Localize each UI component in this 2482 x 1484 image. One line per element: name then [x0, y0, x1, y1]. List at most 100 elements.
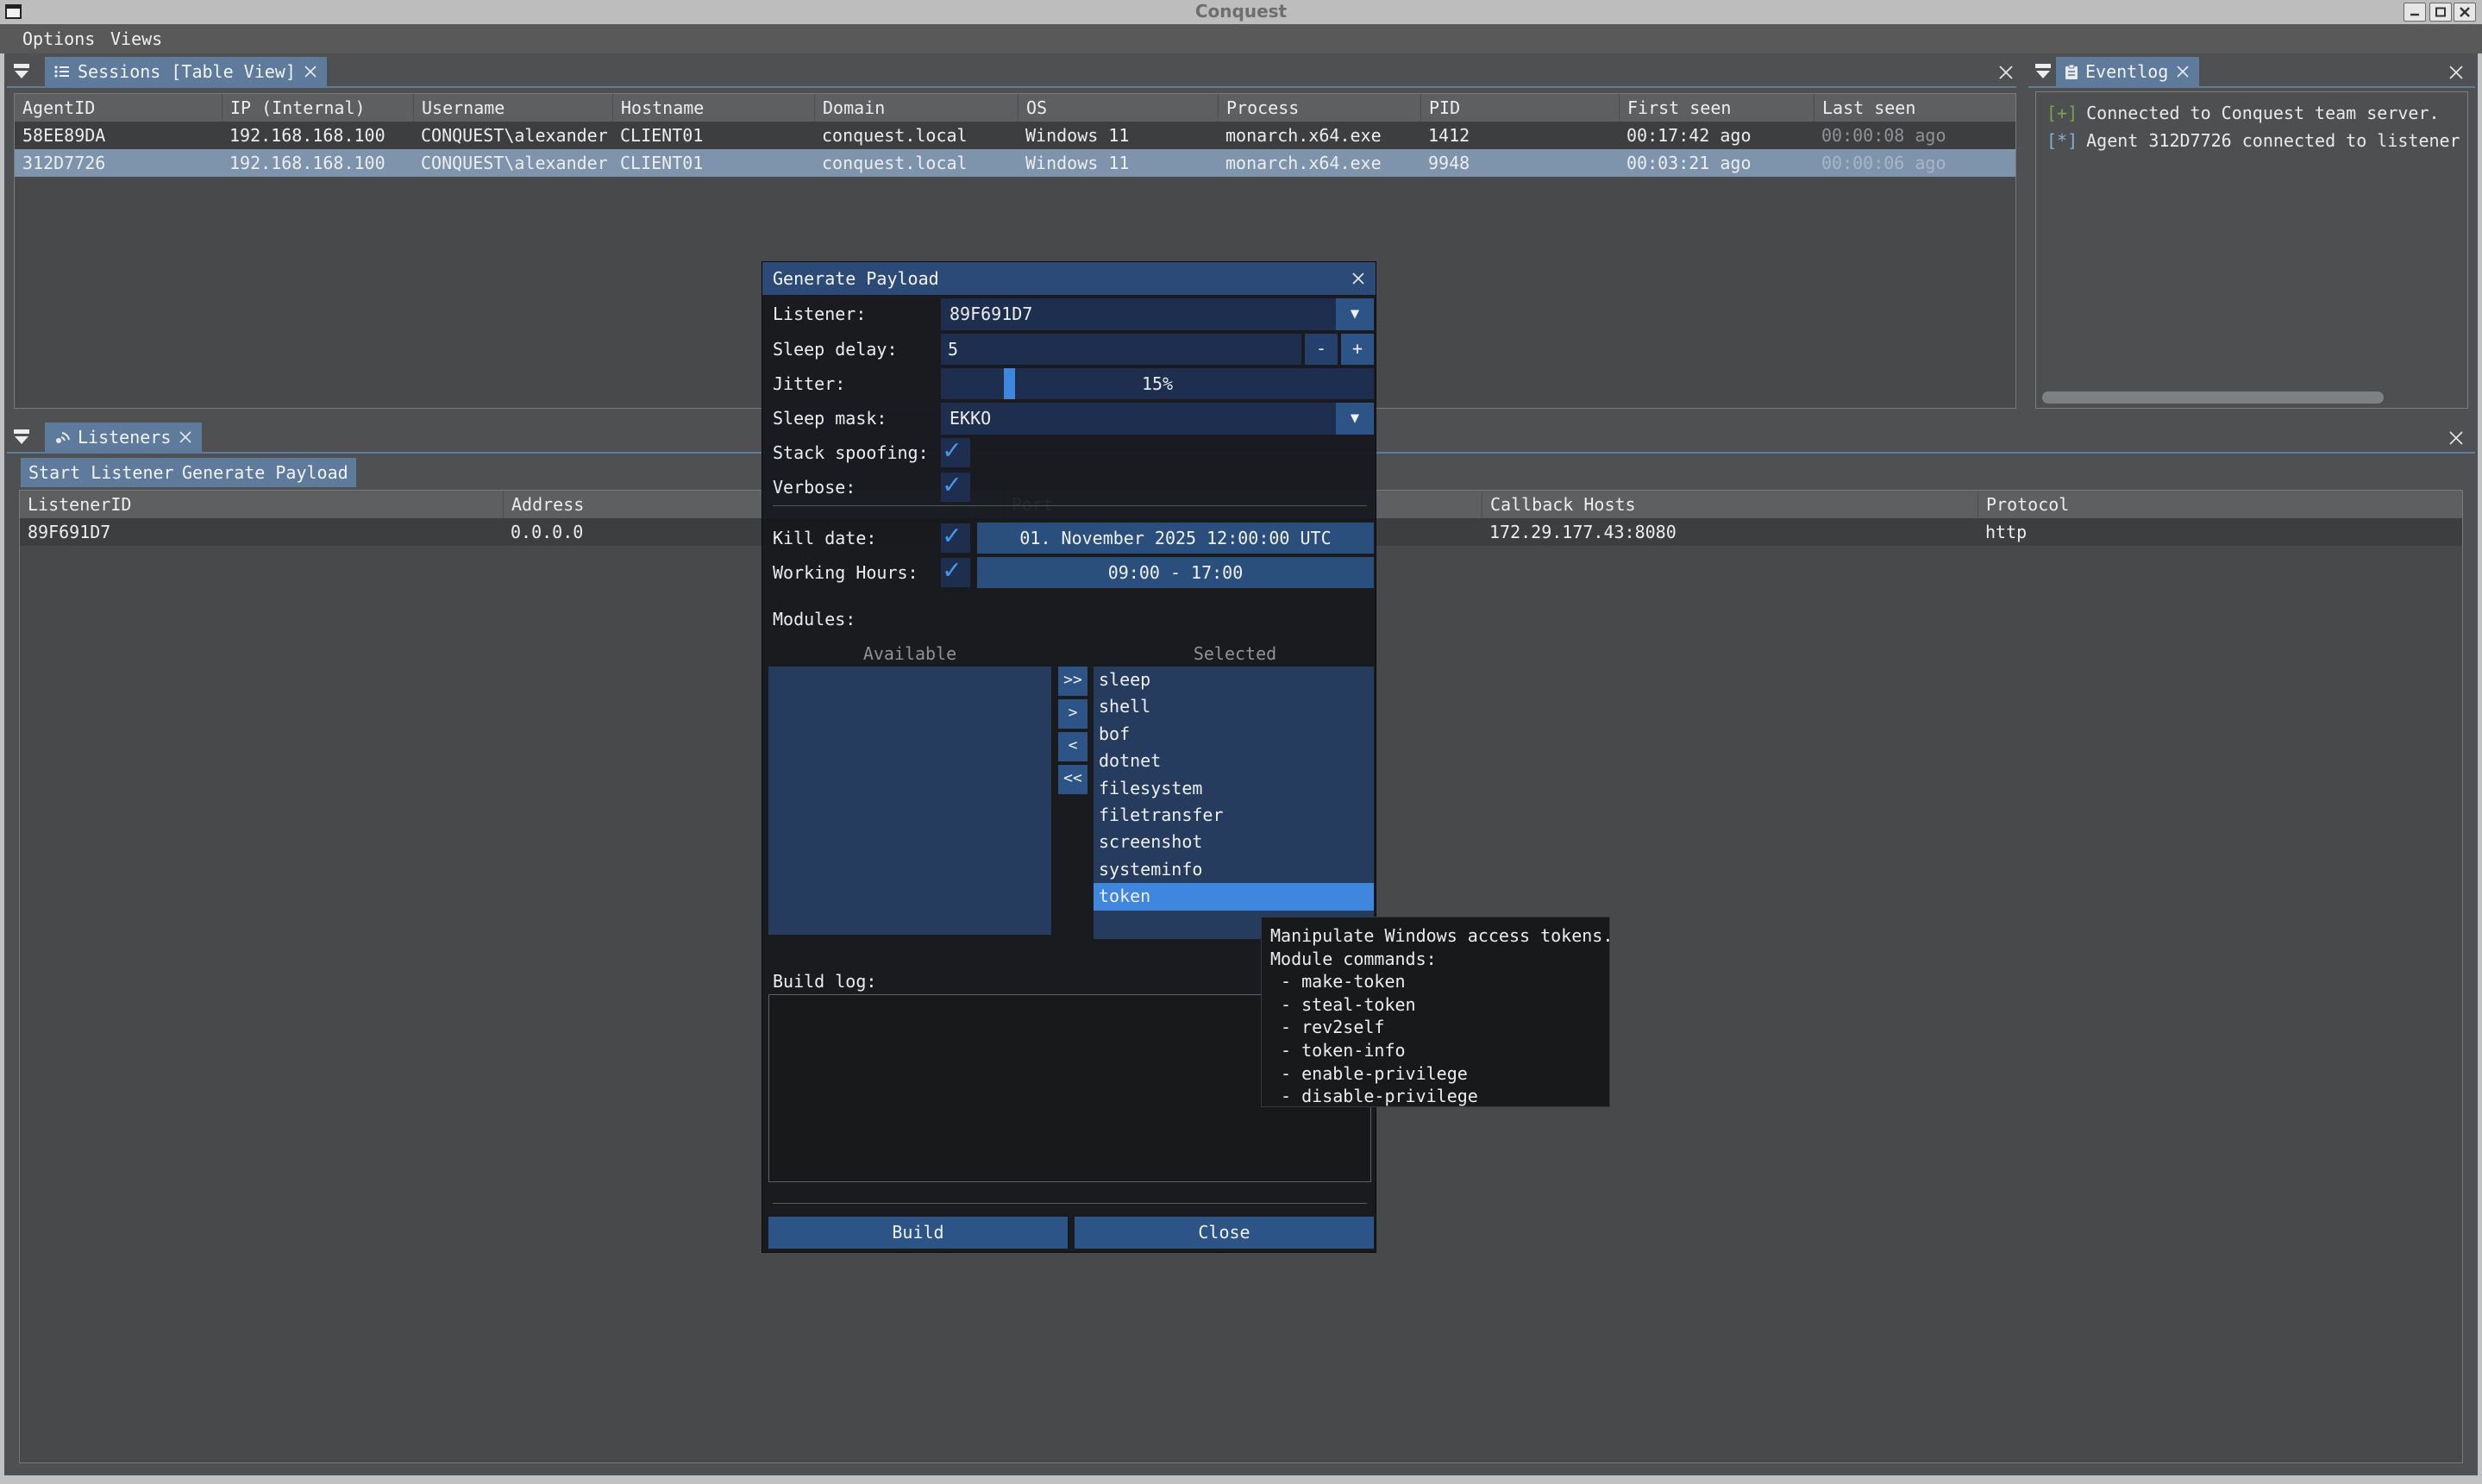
app-window: Conquest Options Views Sessions [Table V… — [0, 0, 2482, 1484]
jitter-label: Jitter: — [773, 368, 845, 399]
sleep-mask-combobox[interactable]: EKKO ▼ — [941, 403, 1374, 435]
selected-modules-list[interactable]: sleepshellbofdotnetfilesystemfiletransfe… — [1094, 667, 1374, 939]
move-all-left-button[interactable]: << — [1058, 765, 1087, 794]
maximize-button[interactable] — [2429, 3, 2452, 22]
tab-listeners-label: Listeners — [78, 427, 171, 448]
sleep-delay-decrement-button[interactable]: - — [1305, 334, 1338, 365]
module-tooltip: Manipulate Windows access tokens.Module … — [1261, 917, 1610, 1107]
available-header: Available — [768, 643, 1051, 664]
tooltip-line: Manipulate Windows access tokens. — [1270, 924, 1609, 948]
start-listener-button[interactable]: Start Listener — [21, 458, 182, 487]
clipboard-icon — [2065, 64, 2078, 80]
session-row[interactable]: 312D7726192.168.168.100 CONQUEST\alexand… — [15, 149, 2015, 177]
move-all-right-button[interactable]: >> — [1058, 667, 1087, 696]
kill-date-checkbox[interactable]: ✓ — [941, 523, 970, 553]
antenna-icon — [53, 429, 71, 446]
column-header[interactable]: Last seen — [1814, 94, 2015, 122]
session-row[interactable]: 58EE89DA192.168.168.100 CONQUEST\alexand… — [15, 122, 2015, 149]
module-item[interactable]: shell — [1094, 693, 1374, 720]
column-header[interactable]: Hostname — [612, 94, 814, 122]
sessions-detach-icon[interactable] — [12, 61, 31, 80]
minimize-button[interactable] — [2404, 3, 2426, 22]
dialog-separator — [773, 1203, 1367, 1204]
listener-combobox[interactable]: 89F691D7 ▼ — [941, 298, 1374, 330]
eventlog-tab-underline — [2028, 86, 2475, 88]
eventlog-horizontal-scrollbar[interactable] — [2042, 391, 2384, 404]
tab-sessions-close-icon[interactable] — [303, 64, 318, 79]
stack-spoofing-checkbox[interactable]: ✓ — [941, 438, 970, 467]
build-button[interactable]: Build — [768, 1217, 1068, 1249]
sleep-delay-input[interactable]: 5 — [941, 334, 1301, 365]
chevron-down-icon[interactable]: ▼ — [1336, 298, 1374, 330]
column-header[interactable]: IP (Internal) — [222, 94, 413, 122]
eventlog-detach-icon[interactable] — [2034, 61, 2053, 80]
tooltip-line: - rev2self — [1270, 1016, 1609, 1039]
tooltip-line: - enable-privilege — [1270, 1062, 1609, 1086]
tooltip-line: - make-token — [1270, 970, 1609, 993]
tab-sessions[interactable]: Sessions [Table View] — [45, 57, 327, 86]
working-hours-checkbox[interactable]: ✓ — [941, 558, 970, 587]
column-header[interactable]: OS — [1018, 94, 1218, 122]
check-icon: ✓ — [943, 433, 960, 466]
tab-listeners[interactable]: Listeners — [45, 423, 202, 452]
column-header[interactable]: Domain — [814, 94, 1018, 122]
chevron-down-icon[interactable]: ▼ — [1336, 403, 1374, 435]
check-icon: ✓ — [943, 518, 960, 551]
generate-payload-button[interactable]: Generate Payload — [174, 458, 356, 487]
jitter-slider-groove[interactable]: 15% — [941, 368, 1374, 399]
module-item[interactable]: sleep — [1094, 667, 1374, 693]
column-header[interactable]: Process — [1218, 94, 1420, 122]
window-titlebar: Conquest — [0, 0, 2482, 24]
check-icon: ✓ — [943, 553, 960, 585]
column-header[interactable]: First seen — [1619, 94, 1814, 122]
check-icon: ✓ — [943, 467, 960, 500]
close-button[interactable] — [2454, 3, 2476, 22]
available-modules-list[interactable] — [768, 667, 1051, 935]
working-hours-field[interactable]: 09:00 - 17:00 — [977, 557, 1374, 588]
module-item[interactable]: filetransfer — [1094, 802, 1374, 829]
tab-listeners-close-icon[interactable] — [178, 429, 193, 445]
column-header[interactable]: Username — [413, 94, 612, 122]
module-item[interactable]: dotnet — [1094, 748, 1374, 774]
move-right-button[interactable]: > — [1058, 699, 1087, 729]
module-item[interactable]: token — [1094, 883, 1374, 910]
module-item[interactable]: bof — [1094, 721, 1374, 748]
eventlog-panel-close-icon[interactable] — [2448, 64, 2465, 81]
module-item[interactable]: systeminfo — [1094, 856, 1374, 883]
jitter-slider[interactable]: 15% — [941, 368, 1374, 399]
module-item[interactable]: filesystem — [1094, 775, 1374, 802]
close-dialog-button[interactable]: Close — [1075, 1217, 1374, 1249]
column-header[interactable]: PID — [1420, 94, 1619, 122]
tooltip-line: - steal-token — [1270, 993, 1609, 1017]
listeners-detach-icon[interactable] — [12, 427, 31, 446]
column-header[interactable]: AgentID — [15, 94, 222, 122]
dialog-close-icon[interactable] — [1350, 270, 1367, 287]
eventlog-output[interactable]: [+]Connected to Conquest team server. [*… — [2035, 91, 2468, 409]
column-header[interactable]: Callback Hosts — [1482, 491, 1977, 518]
sleep-delay-spinbox: 5 - + — [941, 334, 1374, 365]
column-header[interactable]: ListenerID — [20, 491, 503, 518]
sessions-tab-underline — [7, 86, 2016, 88]
sleep-mask-label: Sleep mask: — [773, 403, 887, 435]
dialog-separator — [773, 505, 1367, 506]
tooltip-line: Module commands: — [1270, 948, 1609, 971]
kill-date-field[interactable]: 01. November 2025 12:00:00 UTC — [977, 523, 1374, 554]
dialog-titlebar[interactable]: Generate Payload — [762, 262, 1376, 295]
menu-views[interactable]: Views — [105, 24, 167, 53]
column-header[interactable]: Protocol — [1977, 491, 2462, 518]
sessions-panel-close-icon[interactable] — [1997, 64, 2015, 81]
tab-eventlog-close-icon[interactable] — [2175, 64, 2191, 79]
menu-options[interactable]: Options — [17, 24, 100, 53]
listeners-panel-close-icon[interactable] — [2448, 429, 2465, 447]
sleep-delay-increment-button[interactable]: + — [1341, 334, 1374, 365]
window-title: Conquest — [0, 0, 2482, 24]
tab-sessions-label: Sessions [Table View] — [78, 61, 296, 82]
selected-header: Selected — [1094, 643, 1376, 664]
tab-eventlog[interactable]: Eventlog — [2056, 57, 2199, 86]
module-item[interactable]: screenshot — [1094, 829, 1374, 855]
listener-label: Listener: — [773, 298, 866, 330]
sessions-table-header: AgentIDIP (Internal)UsernameHostnameDoma… — [15, 94, 2015, 122]
tab-eventlog-label: Eventlog — [2085, 61, 2168, 82]
verbose-checkbox[interactable]: ✓ — [941, 473, 970, 502]
move-left-button[interactable]: < — [1058, 732, 1087, 761]
